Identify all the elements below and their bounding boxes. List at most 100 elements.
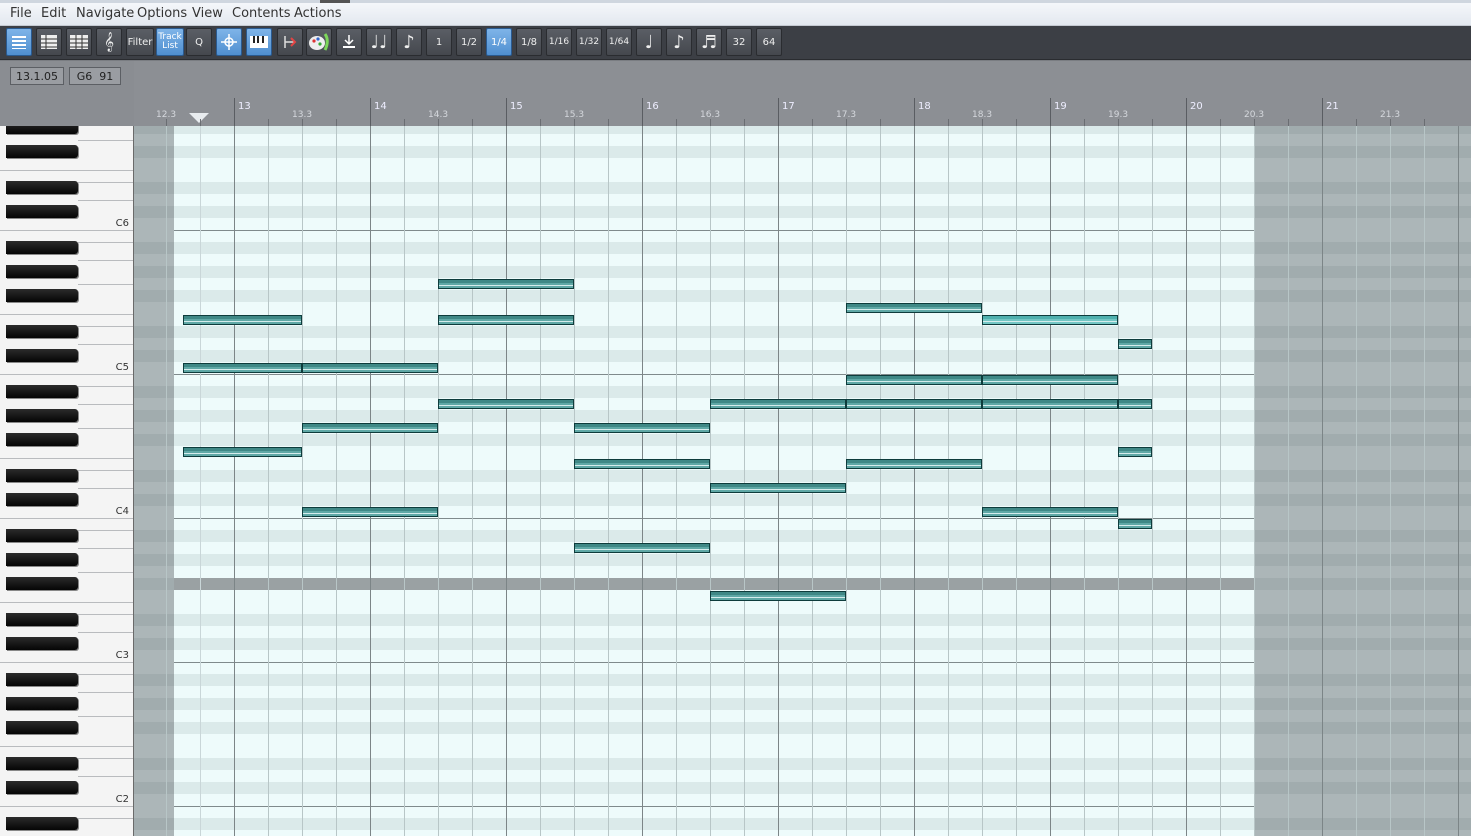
midi-note[interactable] bbox=[1118, 519, 1152, 529]
black-key[interactable] bbox=[6, 265, 78, 278]
grid-1-button[interactable]: 1 bbox=[426, 28, 452, 56]
midi-note[interactable] bbox=[982, 399, 1118, 409]
black-key[interactable] bbox=[6, 325, 78, 338]
midi-note[interactable] bbox=[846, 399, 982, 409]
keyboard-icon[interactable] bbox=[246, 28, 272, 56]
grid-1-64-button[interactable]: 1/64 bbox=[606, 28, 632, 56]
black-key[interactable] bbox=[6, 757, 78, 770]
view-list-icon[interactable] bbox=[6, 28, 32, 56]
menu-edit[interactable]: Edit bbox=[41, 6, 66, 21]
tuplet-32-button[interactable]: 32 bbox=[726, 28, 752, 56]
menu-actions[interactable]: Actions bbox=[294, 6, 342, 21]
double-note-icon[interactable]: ♩♩ bbox=[366, 28, 392, 56]
grid-1-4-button[interactable]: 1/4 bbox=[486, 28, 512, 56]
midi-note[interactable] bbox=[574, 543, 710, 553]
menu-contents[interactable]: Contents bbox=[232, 6, 290, 21]
midi-note[interactable] bbox=[438, 315, 574, 325]
black-key[interactable] bbox=[6, 433, 78, 446]
bar-line bbox=[1050, 126, 1051, 836]
note-display[interactable]: G6 91 bbox=[69, 67, 121, 85]
midi-note[interactable] bbox=[710, 483, 846, 493]
view-detail-icon[interactable] bbox=[36, 28, 62, 56]
midi-note[interactable] bbox=[1118, 447, 1152, 457]
midi-note[interactable] bbox=[710, 591, 846, 601]
white-key-divider bbox=[0, 662, 133, 663]
black-key[interactable] bbox=[6, 637, 78, 650]
black-key[interactable] bbox=[6, 529, 78, 542]
ruler-beat-tick bbox=[1220, 119, 1221, 126]
midi-note[interactable] bbox=[982, 315, 1118, 325]
grid-1-8-button[interactable]: 1/8 bbox=[516, 28, 542, 56]
treble-clef-icon[interactable]: 𝄞 bbox=[96, 28, 122, 56]
menu-file[interactable]: File bbox=[10, 6, 32, 21]
black-key[interactable] bbox=[6, 205, 78, 218]
midi-note[interactable] bbox=[982, 375, 1118, 385]
midi-note[interactable] bbox=[574, 423, 710, 433]
midi-note[interactable] bbox=[302, 423, 438, 433]
midi-note[interactable] bbox=[846, 303, 982, 313]
midi-note[interactable] bbox=[183, 447, 302, 457]
white-key-divider bbox=[78, 140, 133, 141]
playhead-marker[interactable] bbox=[189, 113, 209, 123]
midi-note[interactable] bbox=[1118, 399, 1152, 409]
track-list-button[interactable]: Track List bbox=[156, 28, 184, 56]
black-key[interactable] bbox=[6, 697, 78, 710]
midi-note[interactable] bbox=[438, 279, 574, 289]
black-key[interactable] bbox=[6, 349, 78, 362]
white-key-divider bbox=[78, 182, 133, 183]
black-key[interactable] bbox=[6, 145, 78, 158]
black-key[interactable] bbox=[6, 289, 78, 302]
black-key[interactable] bbox=[6, 181, 78, 194]
filter-button[interactable]: Filter bbox=[126, 28, 154, 56]
black-key[interactable] bbox=[6, 613, 78, 626]
beat-line bbox=[438, 126, 439, 836]
loop-icon[interactable] bbox=[277, 28, 303, 56]
midi-note[interactable] bbox=[302, 363, 438, 373]
tuplet-64-button[interactable]: 64 bbox=[756, 28, 782, 56]
midi-note[interactable] bbox=[846, 375, 982, 385]
midi-note[interactable] bbox=[183, 363, 302, 373]
black-key[interactable] bbox=[6, 469, 78, 482]
black-key[interactable] bbox=[6, 385, 78, 398]
black-key[interactable] bbox=[6, 673, 78, 686]
midi-note[interactable] bbox=[1118, 339, 1152, 349]
midi-note[interactable] bbox=[574, 459, 710, 469]
paint-icon[interactable] bbox=[306, 28, 332, 56]
menu-view[interactable]: View bbox=[192, 6, 223, 21]
black-key[interactable] bbox=[6, 817, 78, 830]
grid-1-16-button[interactable]: 1/16 bbox=[546, 28, 572, 56]
beat-line bbox=[166, 126, 167, 836]
midi-note[interactable] bbox=[982, 507, 1118, 517]
view-grid-icon[interactable] bbox=[66, 28, 92, 56]
quantize-button[interactable]: Q bbox=[186, 28, 212, 56]
beat-line bbox=[608, 126, 609, 836]
black-key[interactable] bbox=[6, 577, 78, 590]
piano-keyboard[interactable]: C6 C5 C4 C3 C2 bbox=[0, 126, 134, 836]
midi-note[interactable] bbox=[846, 459, 982, 469]
sixteenth-note-icon[interactable]: ♬ bbox=[696, 28, 722, 56]
black-key[interactable] bbox=[6, 721, 78, 734]
eighth-note-2-icon[interactable]: ♪ bbox=[666, 28, 692, 56]
midi-note[interactable] bbox=[438, 399, 574, 409]
quarter-note-icon[interactable]: ♩ bbox=[636, 28, 662, 56]
black-key[interactable] bbox=[6, 409, 78, 422]
menu-options[interactable]: Options bbox=[137, 6, 187, 21]
black-key[interactable] bbox=[6, 781, 78, 794]
snap-icon[interactable] bbox=[216, 28, 242, 56]
black-key[interactable] bbox=[6, 493, 78, 506]
timeline-ruler[interactable]: 13 14 15 16 17 18 19 20 21 12.3 13.3 14.3 15.3 16.3 17… bbox=[134, 61, 1471, 126]
black-key[interactable] bbox=[6, 241, 78, 254]
midi-note[interactable] bbox=[302, 507, 438, 517]
beat-line bbox=[982, 126, 983, 836]
eighth-note-icon[interactable]: ♪ bbox=[396, 28, 422, 56]
black-key[interactable] bbox=[6, 126, 78, 134]
grid-1-2-button[interactable]: 1/2 bbox=[456, 28, 482, 56]
grid-1-32-button[interactable]: 1/32 bbox=[576, 28, 602, 56]
step-insert-icon[interactable] bbox=[336, 28, 362, 56]
midi-note[interactable] bbox=[710, 399, 846, 409]
black-key[interactable] bbox=[6, 553, 78, 566]
midi-note[interactable] bbox=[183, 315, 302, 325]
piano-roll-grid[interactable] bbox=[134, 126, 1471, 836]
position-display[interactable]: 13.1.05 bbox=[10, 67, 64, 85]
menu-navigate[interactable]: Navigate bbox=[76, 6, 134, 21]
